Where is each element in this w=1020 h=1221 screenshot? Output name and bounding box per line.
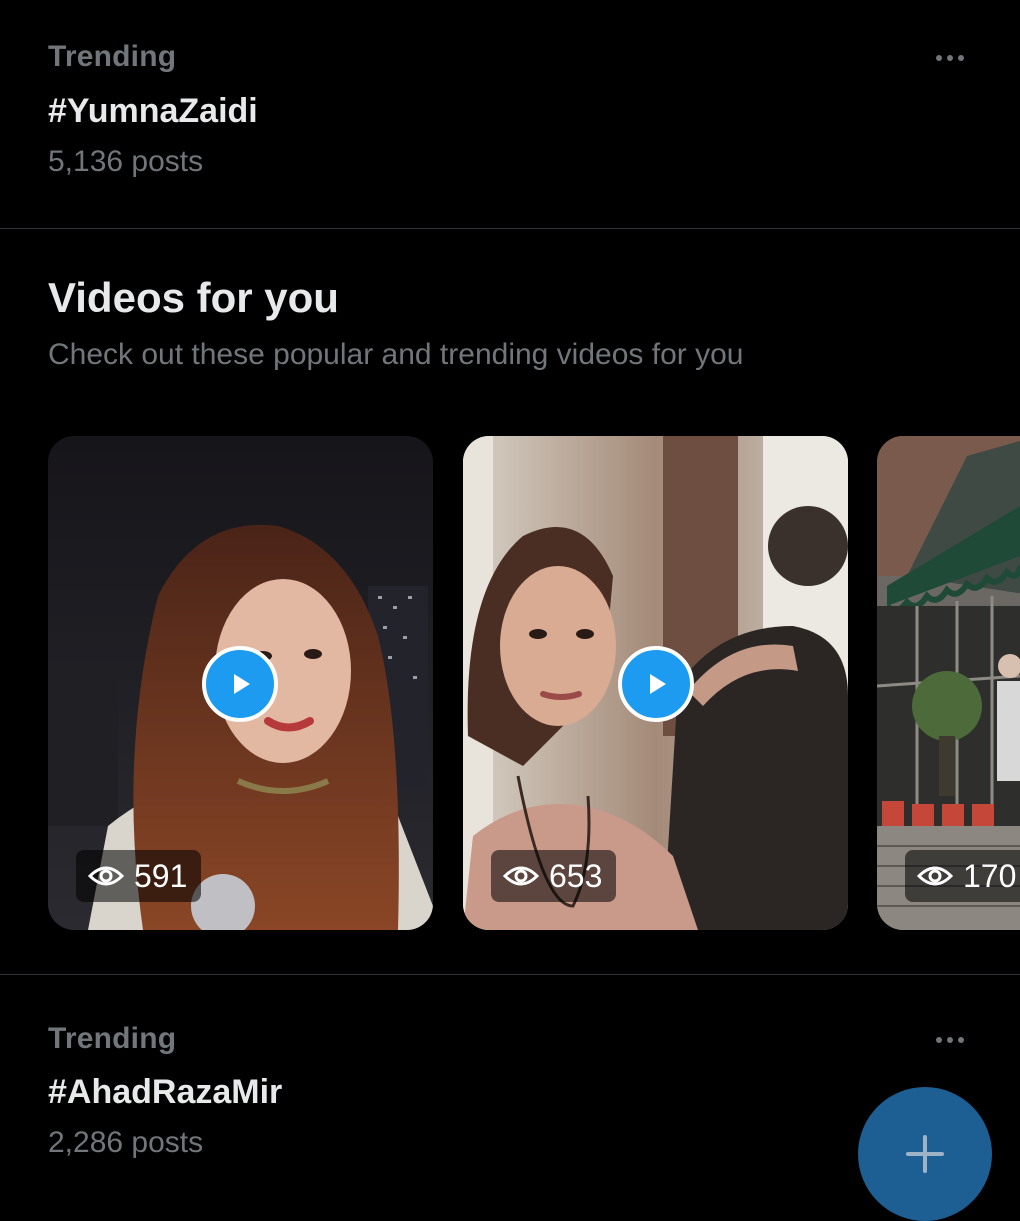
trend-item-yumnazaidi[interactable]: Trending #YumnaZaidi 5,136 posts (0, 0, 1020, 228)
compose-button[interactable] (858, 1087, 992, 1221)
more-horizontal-icon (936, 55, 964, 61)
trend-category: Trending (48, 1022, 177, 1055)
more-options-button[interactable] (930, 1030, 970, 1050)
play-button[interactable] (202, 646, 278, 722)
view-count: 591 (134, 857, 188, 894)
more-horizontal-icon (936, 1037, 964, 1043)
divider (0, 228, 1020, 229)
more-options-button[interactable] (930, 48, 970, 68)
view-count: 170 (963, 857, 1017, 894)
video-card-1[interactable]: 591 (48, 436, 433, 930)
eye-icon (88, 866, 124, 886)
trend-hashtag: #YumnaZaidi (48, 92, 258, 130)
video-card-3[interactable]: 170 (877, 436, 1020, 930)
eye-icon (917, 866, 953, 886)
plus-icon (906, 1135, 944, 1173)
section-subtitle: Check out these popular and trending vid… (48, 338, 744, 371)
trend-post-count: 2,286 posts (48, 1126, 204, 1159)
view-count: 653 (549, 857, 603, 894)
video-card-2[interactable]: 653 (463, 436, 848, 930)
view-count-badge: 653 (491, 850, 617, 902)
trend-hashtag: #AhadRazaMir (48, 1073, 283, 1111)
play-icon (650, 674, 666, 694)
trend-post-count: 5,136 posts (48, 145, 204, 178)
view-count-badge: 170 (905, 850, 1020, 902)
view-count-badge: 591 (76, 850, 202, 902)
section-title: Videos for you (48, 274, 339, 321)
play-icon (234, 674, 250, 694)
trend-category: Trending (48, 40, 177, 73)
eye-icon (503, 866, 539, 886)
play-button[interactable] (618, 646, 694, 722)
